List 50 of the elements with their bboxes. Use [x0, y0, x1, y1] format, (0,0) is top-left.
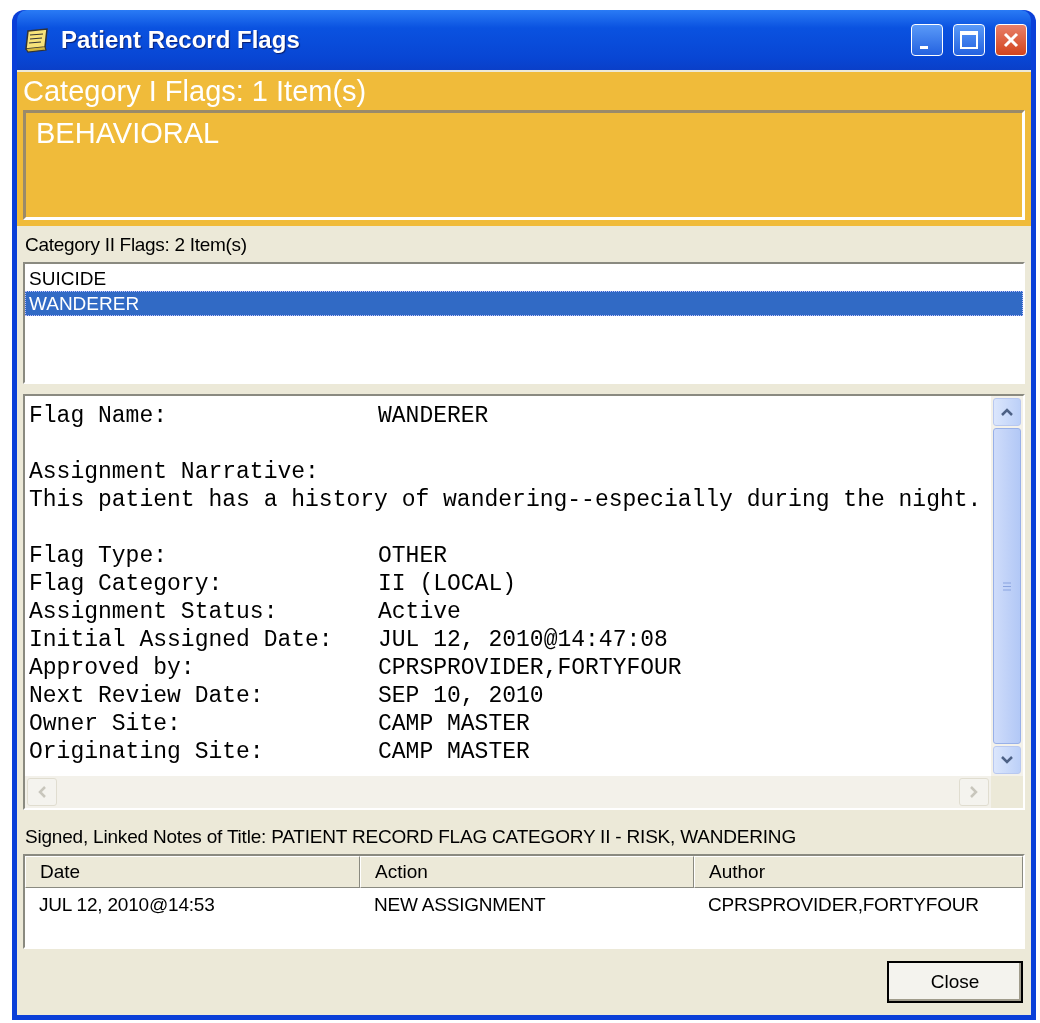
field-label: Initial Assigned Date: [29, 626, 334, 654]
scroll-thumb[interactable] [993, 428, 1021, 744]
chevron-left-icon [37, 785, 47, 799]
table-cell-text: CPRSPROVIDER,FORTYFOUR [707, 894, 980, 916]
maximize-button[interactable] [953, 24, 985, 56]
scroll-up-button[interactable] [993, 398, 1021, 426]
flag-item[interactable]: SUICIDE [25, 266, 1023, 291]
field-label: Approved by: [29, 654, 196, 682]
grip-icon [1002, 581, 1012, 591]
notepad-icon [23, 27, 51, 53]
close-dialog-button[interactable]: Close [887, 961, 1023, 1003]
chevron-right-icon [969, 785, 979, 799]
close-button[interactable] [995, 24, 1027, 56]
window-title: Patient Record Flags [61, 26, 301, 54]
narrative-text: This patient has a history of wandering--especially during the night. [29, 487, 982, 513]
field-label: Originating Site: [29, 738, 265, 766]
table-cell-text: NEW ASSIGNMENT [373, 894, 547, 916]
field-value: JUL 12, 2010@14:47:08 [378, 626, 669, 654]
field-label: Flag Category: [29, 570, 224, 598]
field-label: Owner Site: [29, 710, 182, 738]
scrollbar-corner [991, 776, 1023, 808]
category-two-heading: Category II Flags: 2 Item(s) [24, 233, 248, 257]
column-header[interactable]: Date [25, 856, 360, 888]
field-label: Assignment Narrative: [29, 459, 319, 485]
category-one-heading: Category I Flags: 1 Item(s) [23, 74, 368, 109]
field-value: CAMP MASTER [378, 738, 531, 766]
close-icon [1001, 30, 1021, 50]
field-value: CPRSPROVIDER,FORTYFOUR [378, 654, 683, 682]
chevron-up-icon [1000, 407, 1014, 417]
field-value: SEP 10, 2010 [378, 682, 545, 710]
field-value: Active [378, 598, 462, 626]
notes-heading: Signed, Linked Notes of Title: PATIENT RECORD FLAG CATEGORY II - RISK, WANDERING [24, 825, 797, 849]
column-header[interactable]: Action [360, 856, 694, 888]
field-label: Assignment Status: [29, 598, 279, 626]
flag-item[interactable]: WANDERER [25, 291, 1023, 316]
maximize-icon [959, 30, 979, 50]
chevron-down-icon [1000, 755, 1014, 765]
field-value: OTHER [378, 542, 448, 570]
field-value: II (LOCAL) [378, 570, 518, 598]
scroll-down-button[interactable] [993, 746, 1021, 774]
field-value: CAMP MASTER [378, 710, 531, 738]
vertical-scrollbar[interactable] [991, 396, 1023, 776]
field-label: Flag Name: [29, 402, 169, 430]
table-cell-text: JUL 12, 2010@14:53 [38, 894, 216, 916]
column-header[interactable]: Author [694, 856, 1023, 888]
field-label: Next Review Date: [29, 682, 265, 710]
field-label: Flag Type: [29, 542, 169, 570]
field-value: WANDERER [378, 402, 490, 430]
minimize-button[interactable] [911, 24, 943, 56]
minimize-icon [920, 45, 928, 49]
